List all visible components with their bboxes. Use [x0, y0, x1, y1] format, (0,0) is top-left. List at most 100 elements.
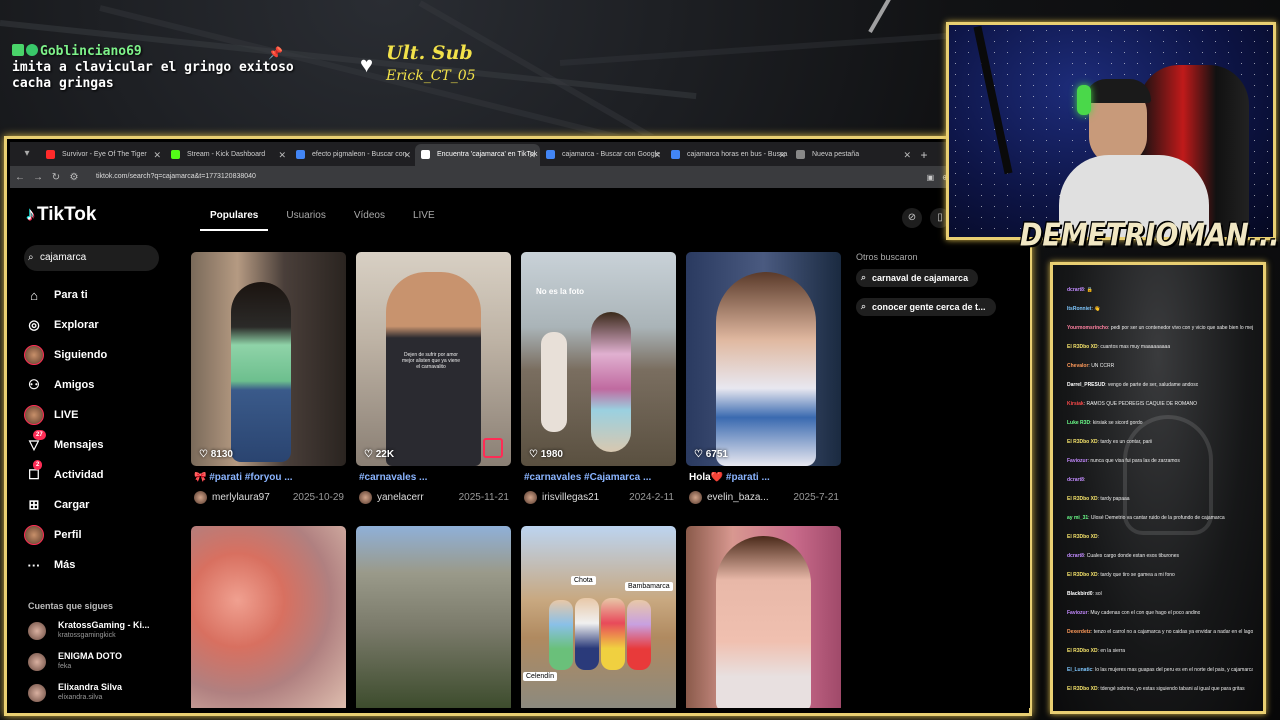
chat-text: 👋 — [1094, 306, 1101, 312]
url-field[interactable]: tiktok.com/search?q=cajamarca&t=17731208… — [90, 169, 890, 185]
sidebar-item-ms[interactable]: ··· Más — [24, 550, 174, 580]
chat-user: Kirsiak — [1067, 401, 1084, 407]
close-tab-icon[interactable]: ✕ — [403, 144, 411, 166]
video-thumbnail[interactable] — [686, 526, 841, 708]
browser-tab[interactable]: Nueva pestaña ✕ — [790, 144, 915, 166]
avatar[interactable] — [524, 491, 537, 504]
video-date: 2025-10-29 — [292, 492, 344, 503]
avatar[interactable] — [689, 491, 702, 504]
video-author[interactable]: evelin_baza... — [707, 492, 769, 503]
video-thumbnail[interactable]: Dejen de sufrir por amor mejor alisten q… — [356, 252, 511, 466]
browser-tab[interactable]: Survivor - Eye Of The Tiger ✕ — [40, 144, 165, 166]
followed-account[interactable]: KratossGaming - Ki... kratossgamingkick — [28, 618, 178, 644]
followed-account[interactable]: ENIGMA DOTO feka — [28, 649, 178, 675]
close-tab-icon[interactable]: ✕ — [153, 144, 161, 166]
close-tab-icon[interactable]: ✕ — [903, 144, 911, 166]
reload-icon[interactable]: ↻ — [48, 172, 64, 183]
video-author[interactable]: yanelacerr — [377, 492, 424, 503]
side-navigation: ⌂ Para ti ◎ Explorar Siguiendo ⚇ Amigos LIVE ▽ 27… — [24, 280, 174, 580]
overlay-text: Chota — [571, 576, 596, 585]
site-info-icon[interactable]: ⚙ — [66, 172, 82, 183]
video-thumbnail[interactable]: Chota Bambamarca Celendín — [521, 526, 676, 708]
chat-line: Luke R3D: kirsiak se sicord gordo — [1067, 420, 1143, 426]
sidebar-item-perfil[interactable]: Perfil — [24, 520, 174, 550]
sidebar-item-actividad[interactable]: ☐ 2 Actividad — [24, 460, 174, 490]
related-search-chip[interactable]: carnaval de cajamarca — [856, 269, 979, 287]
browser-tab[interactable]: Encuentra 'cajamarca' en TikTok ✕ — [415, 144, 540, 166]
last-sub-title: Ult. Sub — [386, 42, 473, 64]
chat-line: dcrart8: Cuales cargo donde estan esos t… — [1067, 553, 1180, 559]
tab-label: cajamarca horas en bus - Busca — [687, 151, 788, 158]
sidebar-item-siguiendo[interactable]: Siguiendo — [24, 340, 174, 370]
chat-text: tardy es un contar, parii — [1100, 439, 1153, 445]
video-caption[interactable]: Hola❤️ #parati ... — [689, 472, 839, 483]
tiktok-logo[interactable]: ♪ TikTok — [26, 204, 96, 226]
followed-account[interactable]: Elixandra Silva elixandra.silva — [28, 680, 178, 706]
favicon-icon — [46, 150, 55, 159]
avatar[interactable] — [194, 491, 207, 504]
close-tab-icon[interactable]: ✕ — [528, 144, 536, 166]
video-caption[interactable]: 🎀 #parati #foryou ... — [194, 472, 344, 483]
chat-user: El R3Dbo XD — [1067, 534, 1098, 540]
chat-line: El R3Dbo XD: tdengé sobrino, yo estas si… — [1067, 686, 1245, 692]
chat-text: kirsiak se sicord gordo — [1092, 420, 1143, 426]
chat-text: cuantos mas muy maaaaaaaaa — [1100, 344, 1171, 350]
browser-tab[interactable]: cajamarca horas en bus - Busca ✕ — [665, 144, 790, 166]
chat-text: Muy cadenas con el con que hago el poco … — [1090, 610, 1201, 616]
chat-user: Dexerdetz — [1067, 629, 1091, 635]
browser-tab[interactable]: Stream - Kick Dashboard ✕ — [165, 144, 290, 166]
chat-line: Blackbird0: sol — [1067, 591, 1102, 597]
result-tabs: Populares Usuarios Vídeos LIVE — [200, 202, 453, 231]
chat-user: dcrart8 — [1067, 477, 1084, 483]
chat-line: Dexerdetz: tenzo el carrol no a cajamarc… — [1067, 629, 1253, 635]
messages-icon: ▽ 27 — [24, 430, 46, 455]
browser-tab[interactable]: efecto pigmaleon - Buscar con ✕ — [290, 144, 415, 166]
video-thumbnail[interactable] — [356, 526, 511, 708]
sidebar-item-explorar[interactable]: ◎ Explorar — [24, 310, 174, 340]
following-heading: Cuentas que sigues — [28, 601, 114, 611]
close-tab-icon[interactable]: ✕ — [278, 144, 286, 166]
video-caption[interactable]: #carnavales ... — [359, 472, 509, 483]
search-input[interactable]: ⌕ cajamarca — [24, 245, 159, 271]
favicon-icon — [546, 150, 555, 159]
sidebar-item-label: Amigos — [54, 379, 95, 391]
avatar[interactable] — [359, 491, 372, 504]
video-thumbnail[interactable]: No es la foto ♡ 1980 — [521, 252, 676, 466]
compass-icon[interactable]: ⊘ — [902, 208, 922, 228]
video-thumbnail[interactable]: ♡ 8130 — [191, 252, 346, 466]
search-value: cajamarca — [40, 252, 87, 263]
chat-text: vengo de parte de ser, saludame andoso — [1107, 382, 1199, 388]
close-tab-icon[interactable]: ✕ — [653, 144, 661, 166]
tab-populares[interactable]: Populares — [200, 202, 269, 231]
sidebar-item-mensajes[interactable]: ▽ 27 Mensajes — [24, 430, 174, 460]
tab-search-icon[interactable]: ▾ — [20, 147, 34, 161]
favicon-icon — [171, 150, 180, 159]
sidebar-item-amigos[interactable]: ⚇ Amigos — [24, 370, 174, 400]
sidebar-item-cargar[interactable]: ⊞ Cargar — [24, 490, 174, 520]
tab-live[interactable]: LIVE — [403, 202, 445, 231]
video-caption[interactable]: #carnavales #Cajamarca ... — [524, 472, 674, 483]
related-search-chip[interactable]: conocer gente cerca de t... — [856, 298, 996, 316]
video-author[interactable]: irisvillegas21 — [542, 492, 599, 503]
tab-vdeos[interactable]: Vídeos — [344, 202, 395, 231]
chat-line: El R3Dbo XD: cuantos mas muy maaaaaaaaa — [1067, 344, 1171, 350]
sidebar-item-live[interactable]: LIVE — [24, 400, 174, 430]
back-icon[interactable]: ← — [12, 172, 28, 183]
like-count: ♡ 6751 — [694, 449, 728, 460]
sidebar-item-parati[interactable]: ⌂ Para ti — [24, 280, 174, 310]
video-author[interactable]: merlylaura97 — [212, 492, 270, 503]
forward-icon[interactable]: → — [30, 172, 46, 183]
video-thumbnail[interactable] — [191, 526, 346, 708]
browser-tab[interactable]: cajamarca - Buscar con Google ✕ — [540, 144, 665, 166]
new-tab-button[interactable]: + — [915, 144, 933, 166]
translate-icon[interactable]: ▣ — [927, 173, 935, 182]
video-thumbnail[interactable]: ♡ 6751 — [686, 252, 841, 466]
close-tab-icon[interactable]: ✕ — [778, 144, 786, 166]
activity-icon: ☐ 2 — [24, 460, 44, 485]
sidebar-item-label: LIVE — [54, 409, 79, 421]
like-count: ♡ 8130 — [199, 449, 233, 460]
tab-usuarios[interactable]: Usuarios — [276, 202, 335, 231]
chat-line: El R3Dbo XD: tardy que tiro se gamea a m… — [1067, 572, 1175, 578]
avatar-icon — [24, 345, 44, 365]
favicon-icon — [296, 150, 305, 159]
